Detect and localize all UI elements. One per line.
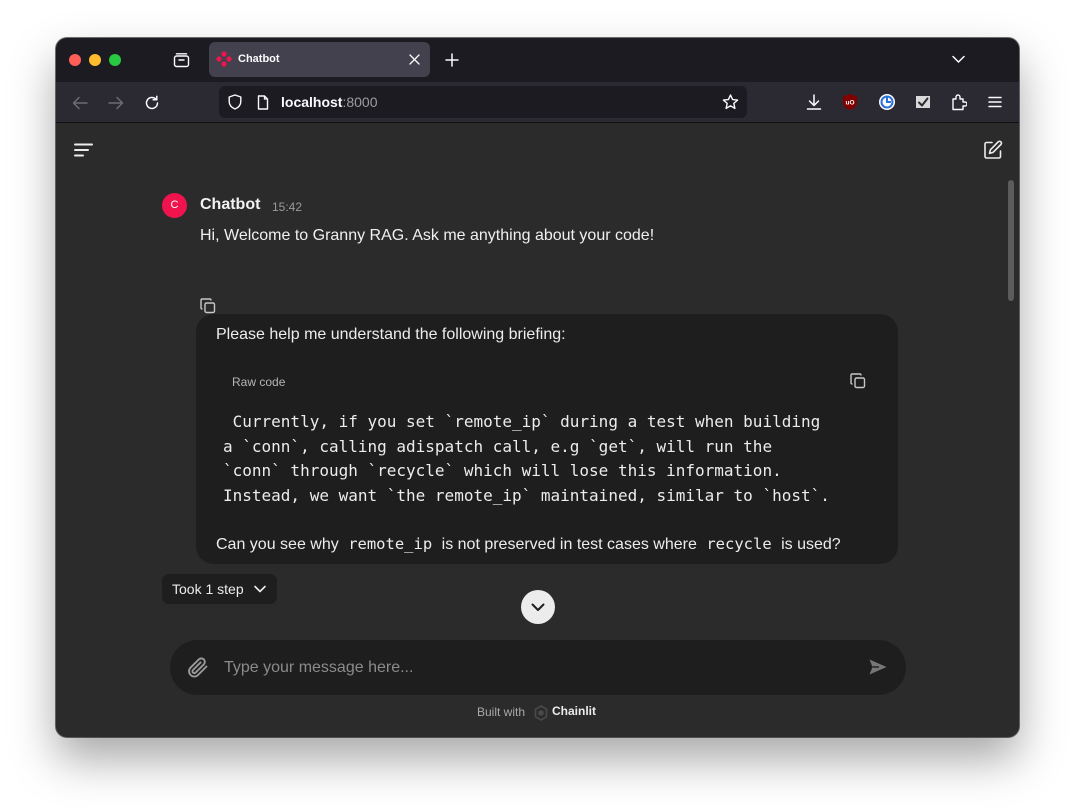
url-host: localhost: [281, 94, 343, 110]
bookmark-star-icon[interactable]: [722, 94, 739, 110]
steps-toggle-button[interactable]: Took 1 step: [162, 574, 277, 604]
code-line: Currently, if you set `remote_ip` during…: [223, 412, 821, 431]
chat-page: C Chatbot 15:42 Hi, Welcome to Granny RA…: [56, 123, 1019, 737]
code-line: a `conn`, calling adispatch call, e.g `g…: [223, 436, 773, 456]
extensions-puzzle-icon[interactable]: [951, 94, 967, 111]
reload-icon[interactable]: [144, 95, 160, 111]
sidebar-toggle-icon[interactable]: [74, 143, 94, 157]
question-text: is used?: [781, 536, 841, 553]
user-message-intro: Please help me understand the following …: [216, 326, 566, 343]
message-input[interactable]: [224, 653, 844, 683]
downloads-icon[interactable]: [806, 94, 822, 111]
browser-window: Chatbot localhost:8000 uO C Chatbot 15:4…: [56, 38, 1019, 737]
close-tab-icon[interactable]: [409, 54, 420, 65]
question-text: is not preserved in test cases where: [441, 536, 697, 553]
svg-text:uO: uO: [845, 100, 854, 107]
page-info-icon[interactable]: [257, 95, 269, 110]
tab-chatbot[interactable]: Chatbot: [209, 42, 430, 77]
message-timestamp: 15:42: [272, 200, 303, 214]
copy-code-icon[interactable]: [850, 373, 866, 389]
address-bar[interactable]: localhost:8000: [219, 86, 747, 118]
tab-list-chevron-down-icon[interactable]: [952, 55, 965, 64]
back-arrow-icon[interactable]: [72, 96, 88, 110]
navigation-bar: localhost:8000 uO: [56, 82, 1019, 123]
user-question: Can you see why remote_ip is not preserv…: [216, 535, 841, 554]
inline-code: recycle: [706, 535, 772, 553]
chevron-down-icon: [254, 585, 266, 593]
code-line: `conn` through `recycle` which will lose…: [223, 461, 782, 480]
avatar: C: [162, 193, 187, 218]
minimize-window-button[interactable]: [89, 54, 101, 66]
message-author: Chatbot: [200, 196, 261, 213]
forward-arrow-icon[interactable]: [108, 96, 124, 110]
built-with-label: Built with: [477, 705, 526, 719]
question-text: Can you see why: [216, 536, 339, 553]
shield-icon[interactable]: [228, 94, 242, 110]
paperclip-icon[interactable]: [187, 656, 209, 678]
chainlit-brand-link[interactable]: Chainlit: [552, 704, 596, 718]
checkmark-extension-icon[interactable]: [914, 94, 932, 110]
code-line: Instead, we want `the remote_ip` maintai…: [223, 485, 830, 505]
scroll-to-bottom-button[interactable]: [521, 590, 555, 624]
url-text[interactable]: localhost:8000: [281, 94, 378, 110]
tab-overview-icon[interactable]: [173, 52, 190, 68]
user-message-bubble: Please help me understand the following …: [196, 314, 898, 564]
url-port: :8000: [342, 94, 378, 110]
steps-label: Took 1 step: [172, 581, 244, 597]
tab-bar: Chatbot: [56, 38, 1019, 82]
chainlit-logo-icon: [534, 705, 548, 721]
code-block: Currently, if you set `remote_ip` during…: [223, 410, 830, 508]
assistant-message-text: Hi, Welcome to Granny RAG. Ask me anythi…: [200, 227, 655, 244]
new-tab-icon[interactable]: [445, 53, 459, 67]
message-composer: [170, 640, 906, 695]
inline-code: remote_ip: [348, 535, 433, 553]
copy-message-icon[interactable]: [200, 298, 216, 314]
ublock-origin-icon[interactable]: uO: [842, 93, 858, 111]
translate-extension-icon[interactable]: [878, 93, 896, 111]
chainlit-favicon-icon: [216, 51, 232, 67]
menu-hamburger-icon[interactable]: [988, 96, 1002, 108]
chevron-down-icon: [531, 603, 545, 611]
close-window-button[interactable]: [69, 54, 81, 66]
page-scrollbar[interactable]: [1008, 180, 1014, 301]
zoom-window-button[interactable]: [109, 54, 121, 66]
tab-title: Chatbot: [238, 53, 280, 65]
new-chat-edit-icon[interactable]: [983, 140, 1003, 160]
send-icon[interactable]: [868, 658, 888, 676]
code-block-label: Raw code: [232, 375, 286, 389]
